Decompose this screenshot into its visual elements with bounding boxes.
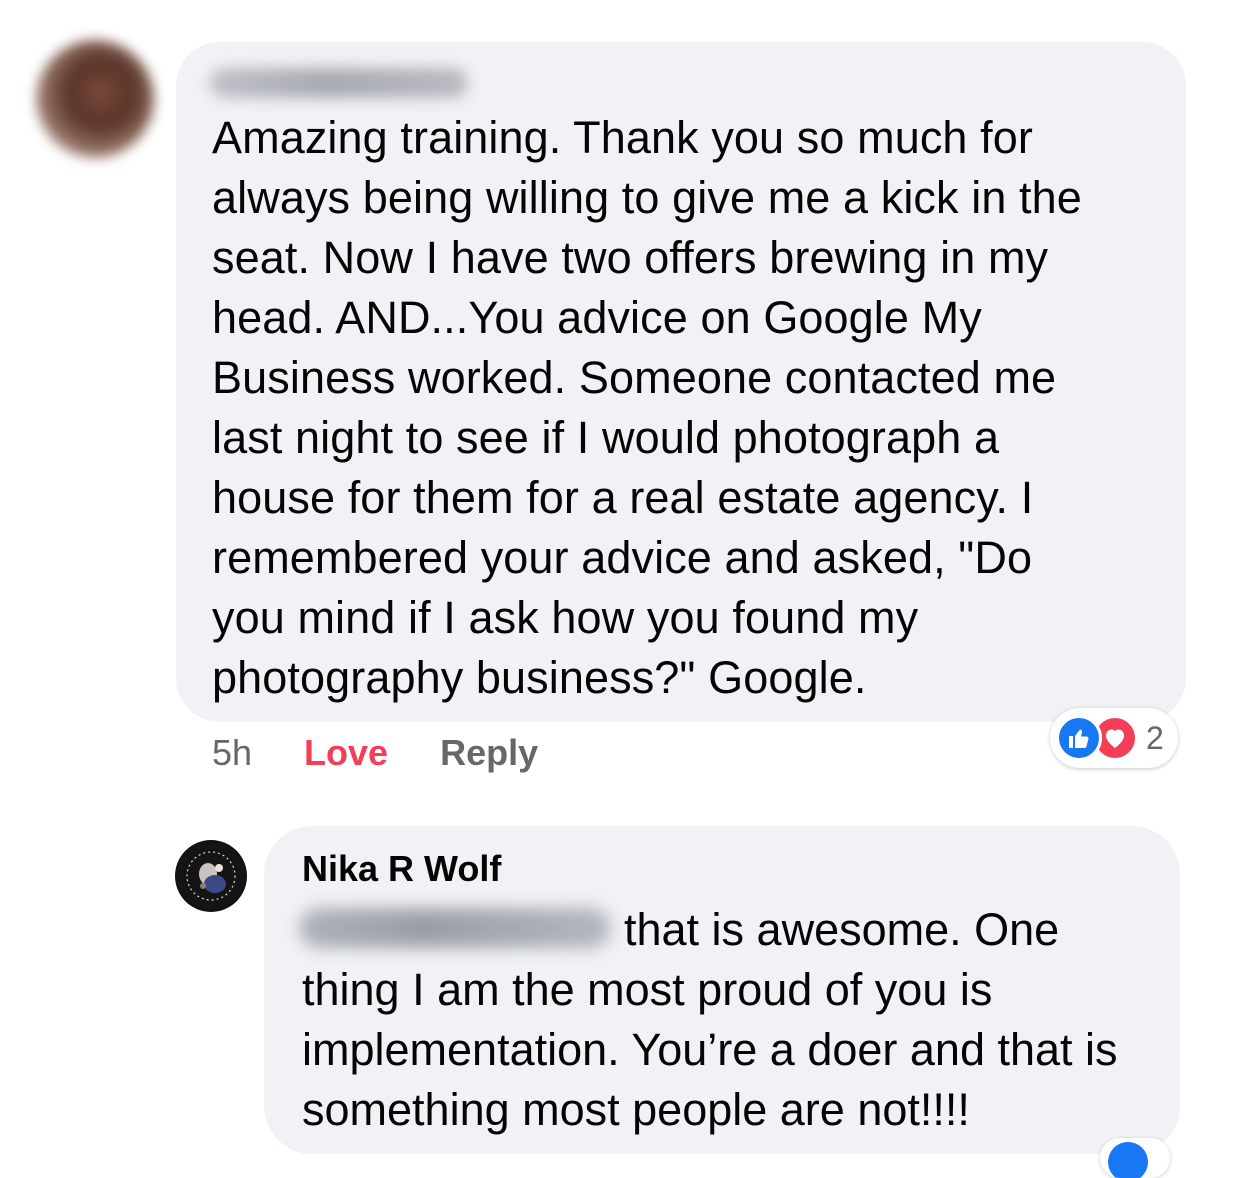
like-icon	[1108, 1142, 1148, 1178]
reply-button[interactable]: Reply	[440, 732, 538, 774]
reply-author-name[interactable]: Nika R Wolf	[302, 848, 501, 890]
reply-text: that is awesome. One thing I am the most…	[302, 904, 1118, 1135]
commenter-avatar[interactable]	[36, 40, 154, 158]
commenter-name-redacted[interactable]	[210, 68, 468, 98]
comment-text: Amazing training. Thank you so much for …	[212, 112, 1082, 703]
reply-reaction-summary[interactable]	[1100, 1138, 1170, 1178]
reaction-summary[interactable]: 2	[1050, 708, 1178, 768]
reply-author-avatar[interactable]	[175, 840, 247, 912]
comment-actions: 5h Love Reply	[212, 728, 538, 778]
love-reaction-button[interactable]: Love	[304, 732, 388, 774]
reaction-count: 2	[1146, 719, 1164, 756]
like-icon	[1056, 715, 1102, 761]
comment-timestamp[interactable]: 5h	[212, 732, 252, 774]
